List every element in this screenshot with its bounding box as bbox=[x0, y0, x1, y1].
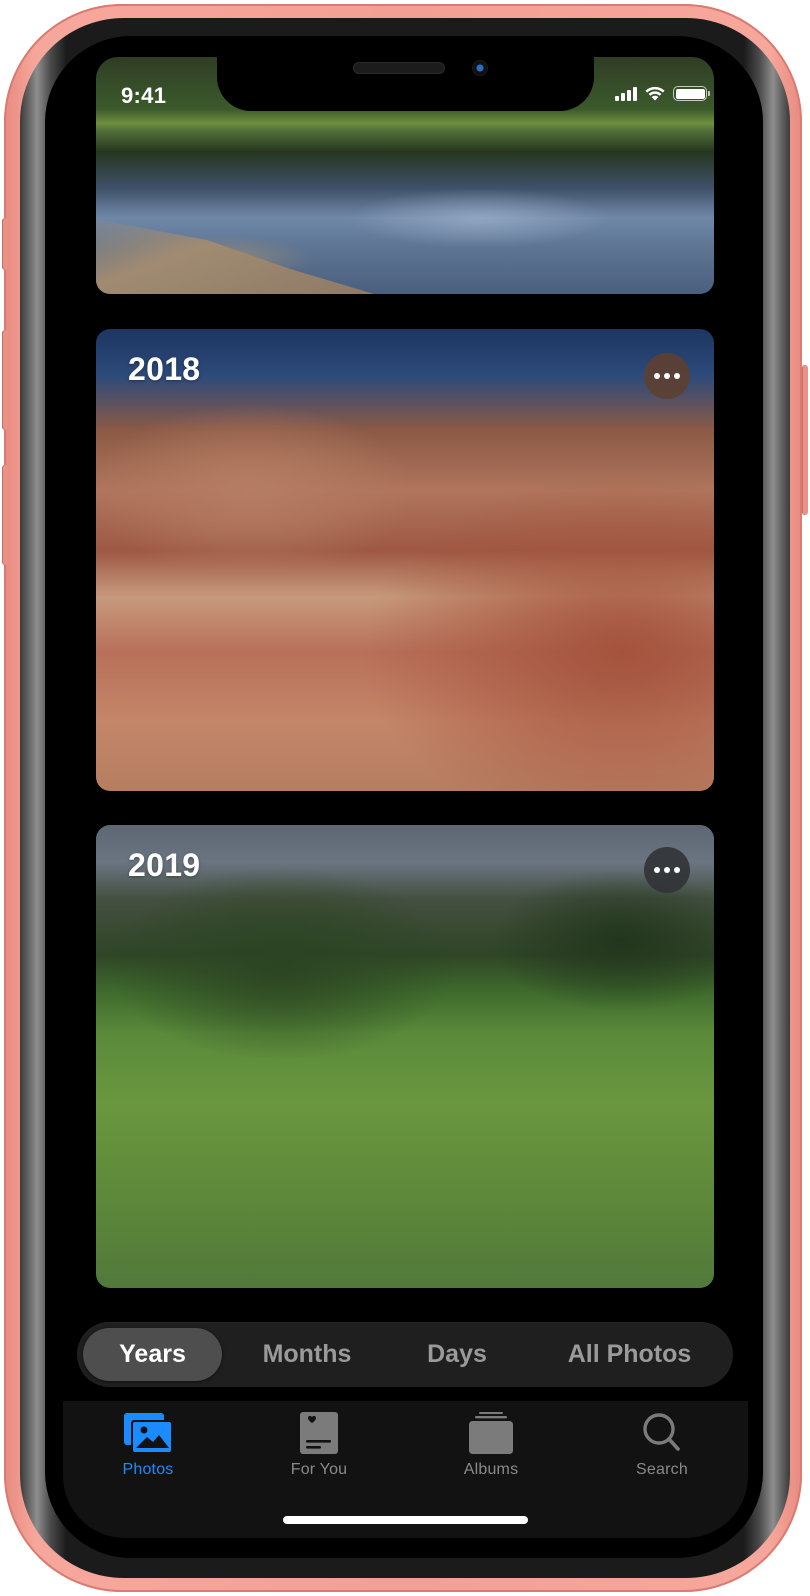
tab-for-you[interactable]: For You bbox=[259, 1411, 379, 1479]
side-power-button bbox=[802, 365, 808, 515]
battery-icon bbox=[673, 86, 710, 101]
more-options-button[interactable] bbox=[644, 353, 690, 399]
wifi-icon bbox=[645, 86, 665, 101]
painted-hills-photo bbox=[96, 329, 714, 791]
segment-days[interactable]: Days bbox=[397, 1328, 517, 1381]
meadow-photo bbox=[96, 825, 714, 1288]
year-card-2018[interactable]: 2018 bbox=[96, 329, 714, 791]
volume-up-button bbox=[2, 330, 8, 430]
search-icon bbox=[643, 1413, 680, 1451]
notch bbox=[217, 36, 594, 111]
albums-icon bbox=[469, 1412, 513, 1454]
tab-label: For You bbox=[290, 1461, 348, 1478]
ellipsis-dot bbox=[674, 867, 680, 873]
tab-search[interactable]: Search bbox=[602, 1411, 722, 1479]
view-segmented-control: Years Months Days All Photos bbox=[77, 1322, 733, 1387]
for-you-icon bbox=[300, 1412, 338, 1454]
more-options-button[interactable] bbox=[644, 847, 690, 893]
photos-icon bbox=[124, 1413, 173, 1454]
front-camera bbox=[472, 60, 488, 76]
tab-label: Photos bbox=[122, 1461, 174, 1478]
tab-albums[interactable]: Albums bbox=[431, 1411, 551, 1479]
screen: 2018 2019 9:41 Years Months Days All Pho… bbox=[45, 36, 763, 1558]
ellipsis-dot bbox=[664, 373, 670, 379]
status-time: 9:41 bbox=[121, 83, 167, 108]
ellipsis-dot bbox=[674, 373, 680, 379]
tab-photos[interactable]: Photos bbox=[88, 1411, 208, 1479]
segment-months[interactable]: Months bbox=[232, 1328, 382, 1381]
year-card-2019[interactable]: 2019 bbox=[96, 825, 714, 1288]
status-icons bbox=[615, 85, 710, 101]
tab-label: Search bbox=[636, 1461, 688, 1478]
ellipsis-icon bbox=[654, 373, 660, 379]
action-button bbox=[2, 218, 8, 270]
ellipsis-icon bbox=[654, 867, 660, 873]
tab-label: Albums bbox=[463, 1461, 519, 1478]
home-indicator[interactable] bbox=[283, 1516, 528, 1524]
volume-down-button bbox=[2, 465, 8, 565]
speaker-grille bbox=[353, 62, 445, 74]
segment-all-photos[interactable]: All Photos bbox=[537, 1328, 722, 1381]
year-label: 2018 bbox=[128, 351, 201, 387]
segment-years[interactable]: Years bbox=[83, 1328, 222, 1381]
cellular-signal-icon bbox=[615, 87, 637, 101]
year-label: 2019 bbox=[128, 847, 201, 883]
ellipsis-dot bbox=[664, 867, 670, 873]
